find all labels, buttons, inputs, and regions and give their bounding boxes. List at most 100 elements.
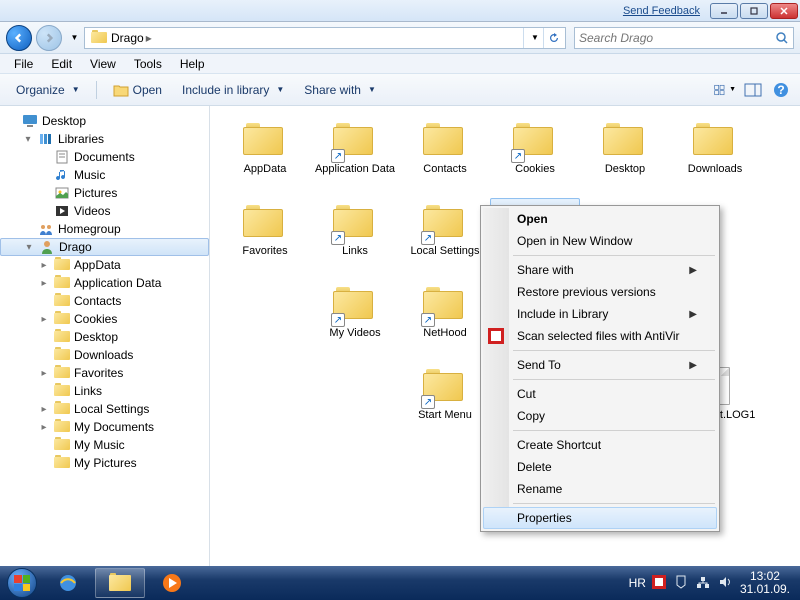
context-menu-restore-previous-versions[interactable]: Restore previous versions [483,281,717,303]
menu-help[interactable]: Help [172,55,213,73]
context-menu-include-in-library[interactable]: Include in Library▶ [483,303,717,325]
tree-expander[interactable]: ▸ [38,422,50,433]
file-item[interactable]: ↗My Videos [310,280,400,362]
context-menu-open[interactable]: Open [483,208,717,230]
tree-item-homegroup[interactable]: Homegroup [0,220,209,238]
tree-item-music[interactable]: Music [0,166,209,184]
tree-expander[interactable]: ▸ [38,278,50,289]
menu-view[interactable]: View [82,55,124,73]
tree-label: AppData [74,258,121,272]
menu-file[interactable]: File [6,55,41,73]
context-menu-cut[interactable]: Cut [483,383,717,405]
tree-expander[interactable]: ▸ [38,404,50,415]
language-indicator[interactable]: HR [629,576,646,590]
maximize-button[interactable] [740,3,768,19]
tree-expander[interactable]: ▸ [38,368,50,379]
close-button[interactable] [770,3,798,19]
music-icon [54,167,70,183]
tree-item-videos[interactable]: Videos [0,202,209,220]
context-menu-rename[interactable]: Rename [483,478,717,500]
file-item[interactable]: Downloads [670,116,760,198]
shortcut-overlay-icon: ↗ [511,149,525,163]
action-center-icon[interactable] [674,575,690,591]
taskbar-app-mediaplayer[interactable] [147,568,197,598]
tree-item-my-pictures[interactable]: My Pictures [0,454,209,472]
file-item[interactable]: ↗Links [310,198,400,280]
menu-edit[interactable]: Edit [43,55,80,73]
search-box[interactable] [574,27,794,49]
tree-item-libraries[interactable]: ▾Libraries [0,130,209,148]
context-menu-send-to[interactable]: Send To▶ [483,354,717,376]
clock[interactable]: 13:02 31.01.09. [740,570,790,596]
tree-item-my-documents[interactable]: ▸My Documents [0,418,209,436]
tree-item-appdata[interactable]: ▸ AppData [0,256,209,274]
user-folder-icon [91,30,107,46]
address-dropdown[interactable]: ▼ [523,28,543,48]
tree-expander[interactable]: ▸ [38,314,50,325]
tree-expander[interactable]: ▾ [23,242,35,253]
tree-expander[interactable]: ▸ [38,260,50,271]
file-item[interactable]: Desktop [580,116,670,198]
tree-item-my-music[interactable]: My Music [0,436,209,454]
context-menu-create-shortcut[interactable]: Create Shortcut [483,434,717,456]
taskbar-app-explorer[interactable] [95,568,145,598]
taskbar-app-ie[interactable] [43,568,93,598]
tree-item-local-settings[interactable]: ▸ Local Settings [0,400,209,418]
context-menu-delete[interactable]: Delete [483,456,717,478]
context-menu-properties[interactable]: Properties [483,507,717,529]
refresh-button[interactable] [543,28,563,48]
open-button[interactable]: Open [105,79,170,101]
folder-icon [54,329,70,345]
forward-button[interactable] [36,25,62,51]
nav-history-dropdown[interactable]: ▼ [66,29,80,47]
tree-label: Local Settings [74,402,149,416]
preview-pane-button[interactable] [742,79,764,101]
view-options-button[interactable]: ▼ [714,79,736,101]
tree-item-pictures[interactable]: Pictures [0,184,209,202]
context-menu-share-with[interactable]: Share with▶ [483,259,717,281]
file-item[interactable]: ↗Application Data [310,116,400,198]
share-with-button[interactable]: Share with▼ [296,79,384,101]
menu-tools[interactable]: Tools [126,55,170,73]
context-menu-copy[interactable]: Copy [483,405,717,427]
tree-item-cookies[interactable]: ▸Cookies [0,310,209,328]
file-label: Contacts [423,163,466,176]
file-item[interactable]: ↗NetHood [400,280,490,362]
network-icon[interactable] [696,575,712,591]
file-item[interactable]: ↗Cookies [490,116,580,198]
start-button[interactable] [2,566,42,600]
tree-item-desktop[interactable]: Desktop [0,112,209,130]
file-item[interactable]: AppData [220,116,310,198]
tree-item-desktop[interactable]: Desktop [0,328,209,346]
volume-icon[interactable] [718,575,734,591]
home-icon [38,221,54,237]
file-item[interactable]: ↗Local Settings [400,198,490,280]
minimize-button[interactable] [710,3,738,19]
send-feedback-link[interactable]: Send Feedback [623,5,700,17]
navigation-tree[interactable]: Desktop▾LibrariesDocumentsMusicPicturesV… [0,106,210,566]
tree-item-contacts[interactable]: Contacts [0,292,209,310]
tree-item-drago[interactable]: ▾Drago [0,238,209,256]
folder-icon [54,401,70,417]
address-bar[interactable]: Drago▸ ▼ [84,27,566,49]
search-input[interactable] [579,31,775,45]
organize-button[interactable]: Organize▼ [8,79,88,101]
context-menu-label: Open in New Window [517,234,632,248]
file-item[interactable]: ↗Start Menu [400,362,490,444]
tree-expander[interactable]: ▾ [22,134,34,145]
context-menu-scan-selected-files-with-antivir[interactable]: Scan selected files with AntiVir [483,325,717,347]
tree-item-documents[interactable]: Documents [0,148,209,166]
back-button[interactable] [6,25,32,51]
file-item[interactable]: Contacts [400,116,490,198]
antivir-tray-icon[interactable] [652,575,668,591]
tree-item-links[interactable]: Links [0,382,209,400]
folder-icon [54,419,70,435]
tree-item-application-data[interactable]: ▸Application Data [0,274,209,292]
include-in-library-button[interactable]: Include in library▼ [174,79,292,101]
tree-item-favorites[interactable]: ▸Favorites [0,364,209,382]
context-menu-open-in-new-window[interactable]: Open in New Window [483,230,717,252]
tree-item-downloads[interactable]: Downloads [0,346,209,364]
help-button[interactable]: ? [770,79,792,101]
file-item[interactable]: Favorites [220,198,310,280]
desktop-icon [22,113,38,129]
